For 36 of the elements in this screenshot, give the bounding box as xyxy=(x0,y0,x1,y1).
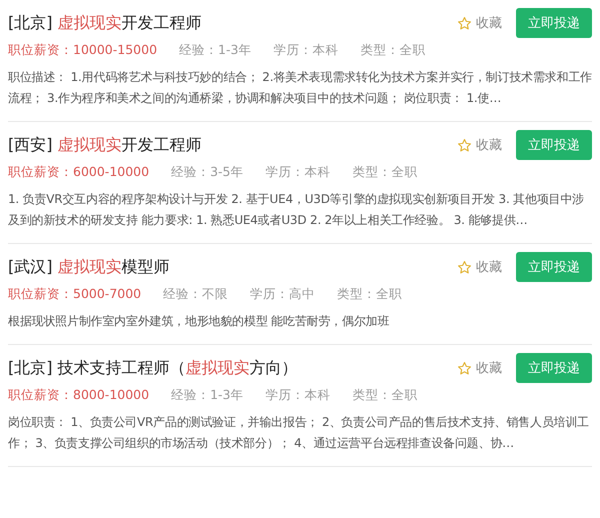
experience: 经验：不限 xyxy=(163,286,228,303)
salary: 职位薪资：10000-15000 xyxy=(8,42,158,59)
experience: 经验：1-3年 xyxy=(179,42,252,59)
education: 学历：本科 xyxy=(273,42,338,59)
job-title[interactable]: [西安] 虚拟现实开发工程师 xyxy=(8,134,202,156)
apply-button[interactable]: 立即投递 xyxy=(516,130,592,160)
education: 学历：高中 xyxy=(250,286,316,303)
job-description: 岗位职责： 1、负责公司VR产品的测试验证，并输出报告； 2、负责公司产品的售后技术支持、销售人员培训工作； 3、负责支撑公司组织的市场活动（技术部分）； 4、通过运营平台远程排查设备问题、协… xyxy=(8,414,590,452)
job-title[interactable]: [北京] 虚拟现实开发工程师 xyxy=(8,12,202,34)
star-icon xyxy=(457,16,472,30)
job-type: 类型：全职 xyxy=(352,387,418,404)
job-description: 职位描述： 1.用代码将艺术与科技巧妙的结合； 2.将美术表现需求转化为技术方案并实行，制订技术需求和工作流程； 3.作为程序和美术之间的沟通桥梁，协调和解决项目中的技术问题； 岗位职责： 1.使… xyxy=(8,69,592,107)
apply-button[interactable]: 立即投递 xyxy=(516,252,592,282)
star-icon xyxy=(457,360,472,376)
job-title[interactable]: [武汉] 虚拟现实模型师 xyxy=(8,256,170,278)
job-type: 类型：全职 xyxy=(337,286,402,303)
favorite-button[interactable]: 收藏 xyxy=(457,359,502,377)
apply-button[interactable]: 立即投递 xyxy=(516,353,592,383)
favorite-button[interactable]: 收藏 xyxy=(457,136,502,154)
salary: 职位薪资：6000-10000 xyxy=(8,164,150,181)
education: 学历：本科 xyxy=(266,164,331,181)
experience: 经验：3-5年 xyxy=(171,164,244,181)
star-icon xyxy=(457,138,472,152)
job-description: 1. 负责VR交互内容的程序架构设计与开发 2. 基于UE4，U3D等引擎的虚拟现实创新项目开发 3. 其他项目中涉及到的新技术的研发支持 能力要求: 1. 熟悉UE4或者U3D 2. 2年以上相关工作经验。 3. 能够提供… xyxy=(8,191,586,229)
salary: 职位薪资：5000-7000 xyxy=(8,286,142,303)
job-type: 类型：全职 xyxy=(352,164,418,181)
salary: 职位薪资：8000-10000 xyxy=(8,387,150,404)
star-icon xyxy=(457,260,472,274)
job-description: 根据现状照片制作室内室外建筑，地形地貌的模型 能吃苦耐劳，偶尔加班 xyxy=(8,313,390,330)
job-title[interactable]: [北京] 技术支持工程师（虚拟现实方向） xyxy=(8,358,298,378)
education: 学历：本科 xyxy=(266,387,331,404)
experience: 经验：1-3年 xyxy=(171,387,244,404)
apply-button[interactable]: 立即投递 xyxy=(516,8,592,38)
job-type: 类型：全职 xyxy=(360,42,426,59)
favorite-button[interactable]: 收藏 xyxy=(457,258,502,276)
favorite-button[interactable]: 收藏 xyxy=(457,14,502,32)
